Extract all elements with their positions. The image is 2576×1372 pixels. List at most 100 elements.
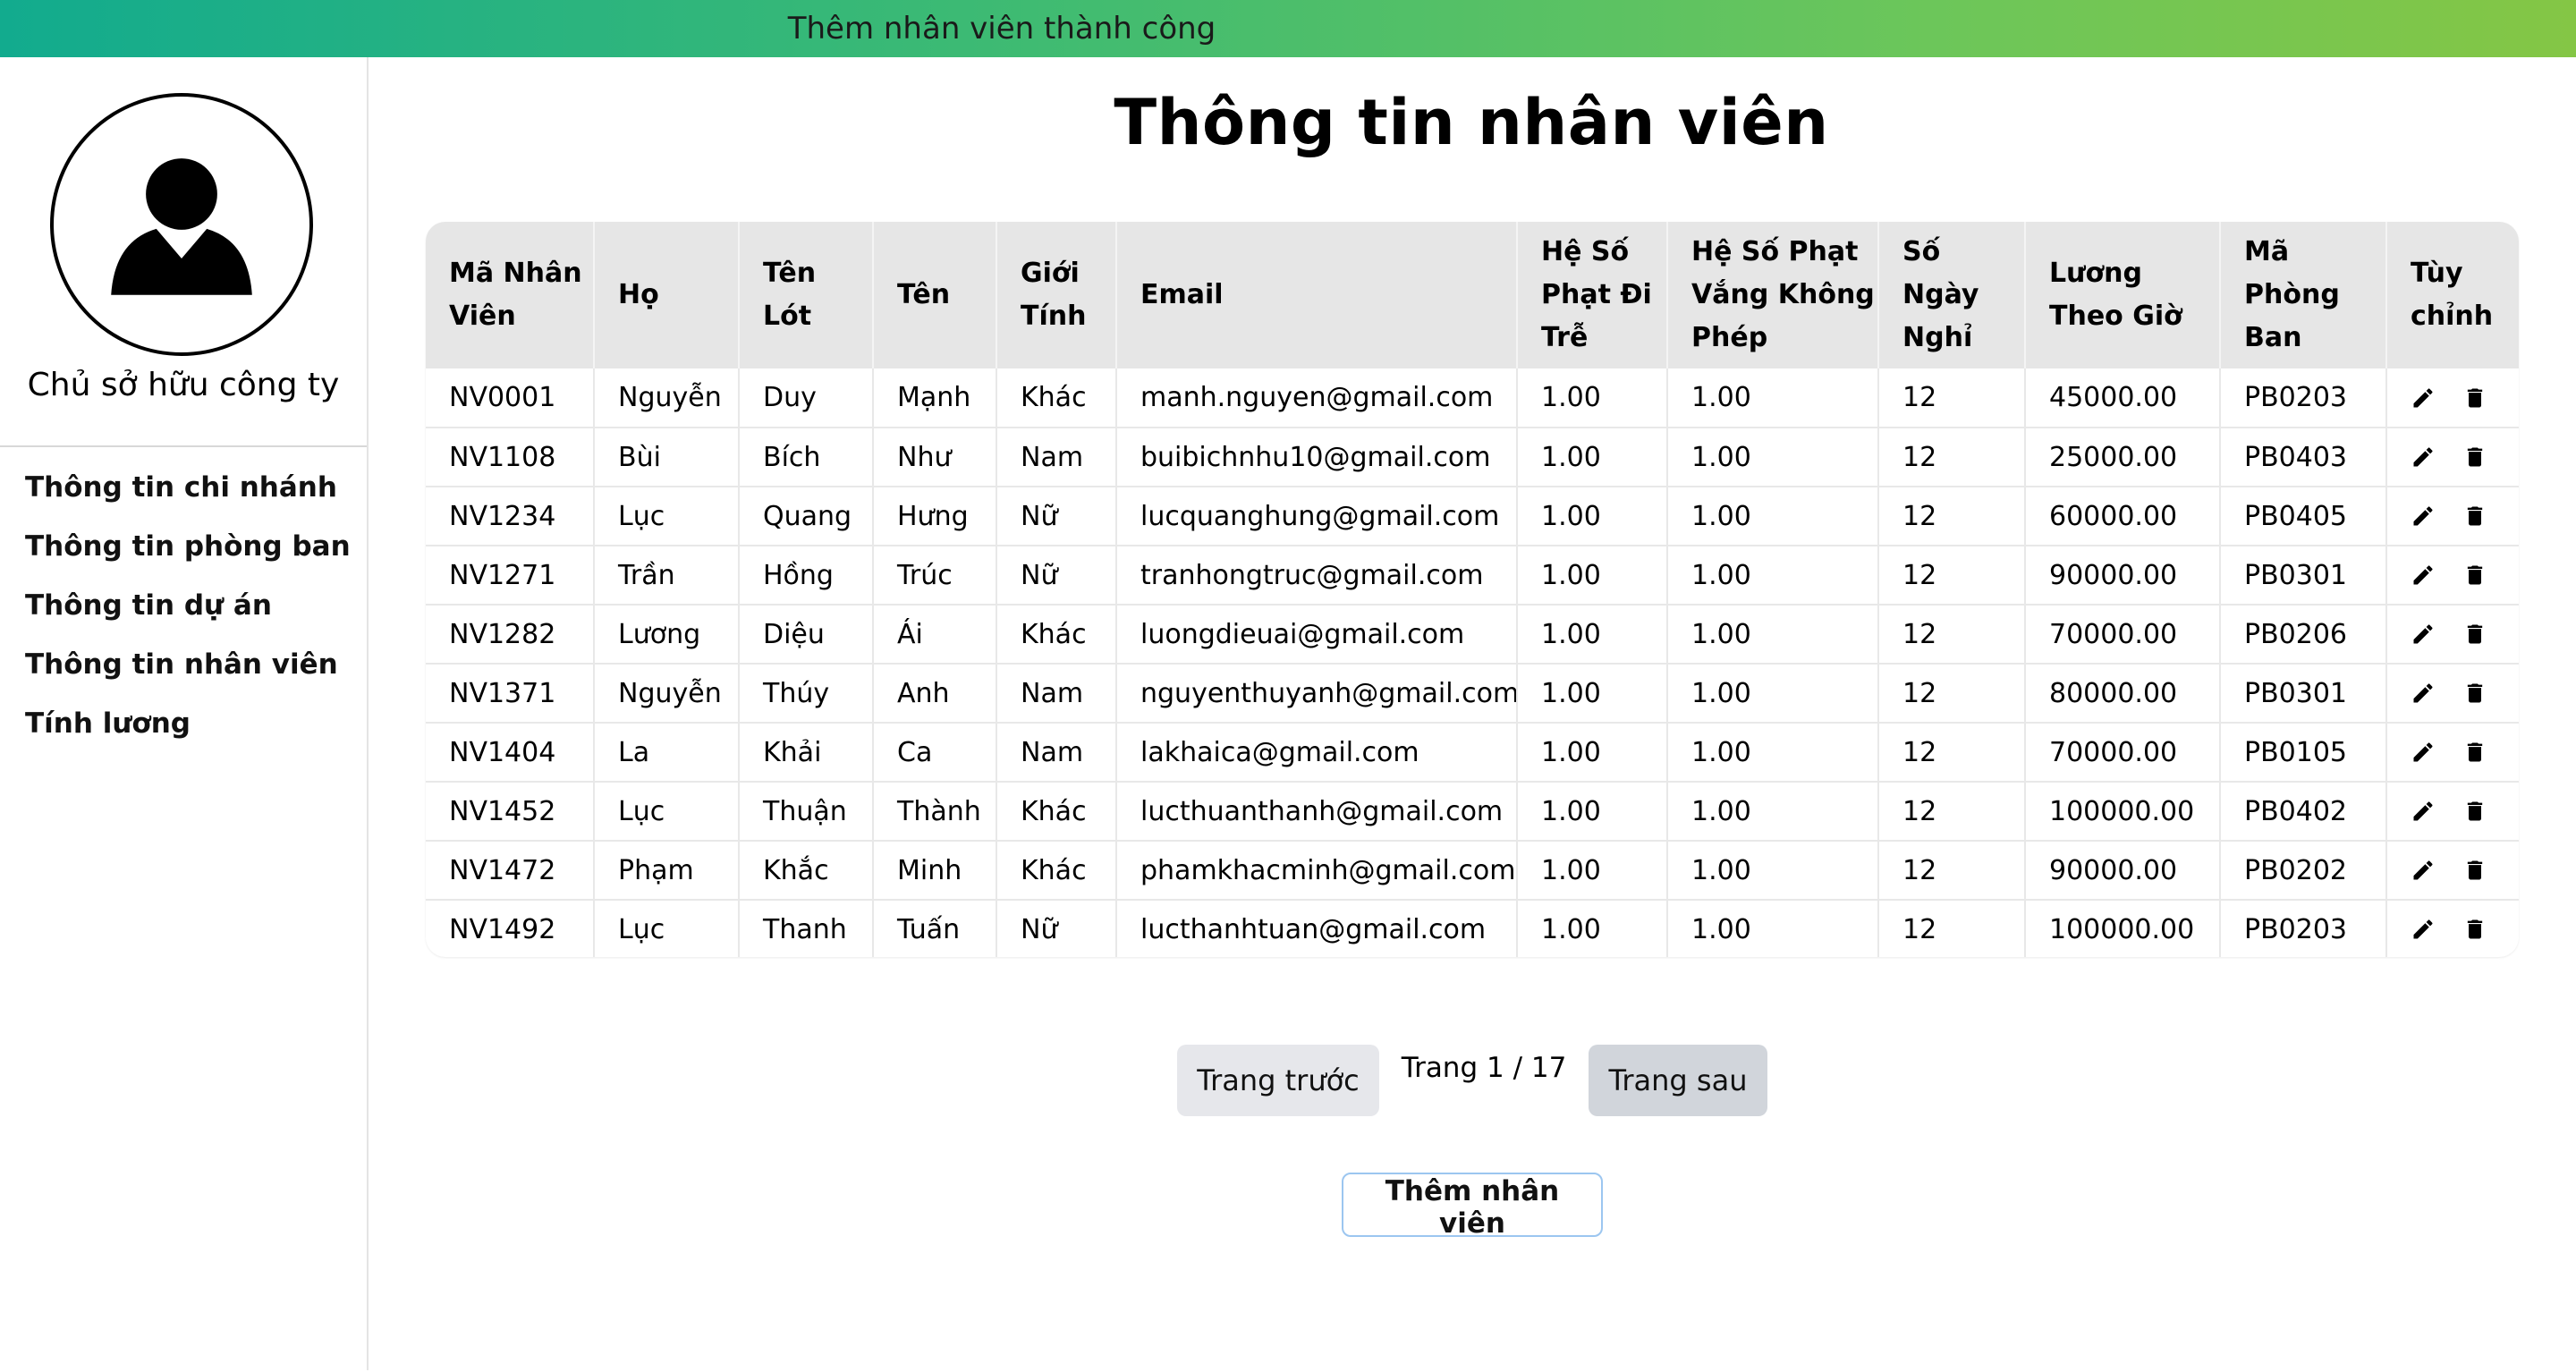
col-absence-penalty-cell: 1.00 — [1667, 487, 1879, 546]
col-first-name-cell: Mạnh — [873, 368, 997, 428]
page-indicator: Trang 1 / 17 — [1401, 1052, 1567, 1084]
table-row: NV1234 Lục Quang Hưng Nữ lucquanghung@gmail.c… — [426, 487, 2519, 546]
col-last-name-cell: Phạm — [594, 841, 740, 901]
delete-icon[interactable] — [2462, 385, 2487, 411]
employee-table-container: Mã Nhân Viên Họ Tên Lót Tên Giới Tính Email Hệ… — [426, 222, 2519, 957]
col-department-id-header: Mã Phòng Ban — [2220, 222, 2387, 368]
col-late-penalty-cell: 1.00 — [1517, 723, 1668, 783]
delete-icon[interactable] — [2462, 858, 2487, 883]
col-department-id-cell: PB0301 — [2220, 546, 2387, 606]
edit-icon[interactable] — [2411, 740, 2436, 765]
col-first-name-cell: Anh — [873, 664, 997, 724]
col-employee-id-cell: NV1492 — [426, 900, 595, 957]
col-last-name-cell: Nguyễn — [594, 664, 740, 724]
delete-icon[interactable] — [2462, 917, 2487, 942]
col-first-name-cell: Như — [873, 428, 997, 487]
col-department-id-cell: PB0203 — [2220, 368, 2387, 428]
sidebar-item-salary[interactable]: Tính lương — [25, 694, 351, 753]
table-row: NV0001 Nguyễn Duy Mạnh Khác manh.nguyen@gmail… — [426, 368, 2519, 428]
col-middle-name-cell: Duy — [739, 368, 874, 428]
col-email-cell: lucthuanthanh@gmail.com — [1116, 782, 1518, 842]
row-actions-cell — [2386, 605, 2519, 665]
col-last-name-cell: Trần — [594, 546, 740, 606]
table-row: NV1371 Nguyễn Thúy Anh Nam nguyenthuyanh@gmai… — [426, 664, 2519, 724]
col-email-cell: luongdieuai@gmail.com — [1116, 605, 1518, 665]
employee-table: Mã Nhân Viên Họ Tên Lót Tên Giới Tính Email Hệ… — [426, 222, 2519, 957]
col-leave-days-header: Số Ngày Nghỉ — [1878, 222, 2026, 368]
next-page-button[interactable]: Trang sau — [1589, 1045, 1767, 1116]
col-last-name-cell: Lục — [594, 900, 740, 957]
col-last-name-cell: La — [594, 723, 740, 783]
edit-icon[interactable] — [2411, 858, 2436, 883]
sidebar-item-employee[interactable]: Thông tin nhân viên — [25, 635, 351, 694]
delete-icon[interactable] — [2462, 740, 2487, 765]
col-email-header: Email — [1116, 222, 1518, 368]
col-first-name-cell: Trúc — [873, 546, 997, 606]
sidebar-divider — [0, 445, 367, 447]
table-row: NV1404 La Khải Ca Nam lakhaica@gmail.com 1.00 1… — [426, 723, 2519, 783]
col-middle-name-cell: Thuận — [739, 782, 874, 842]
prev-page-button[interactable]: Trang trước — [1177, 1045, 1379, 1116]
edit-icon[interactable] — [2411, 917, 2436, 942]
table-row: NV1492 Lục Thanh Tuấn Nữ lucthanhtuan@gmail.c… — [426, 900, 2519, 957]
col-leave-days-cell: 12 — [1878, 487, 2026, 546]
col-department-id-cell: PB0405 — [2220, 487, 2387, 546]
col-hourly-wage-cell: 100000.00 — [2025, 900, 2221, 957]
sidebar-item-department[interactable]: Thông tin phòng ban — [25, 517, 351, 576]
col-last-name-cell: Lương — [594, 605, 740, 665]
delete-icon[interactable] — [2462, 622, 2487, 647]
col-hourly-wage-cell: 60000.00 — [2025, 487, 2221, 546]
col-middle-name-cell: Diệu — [739, 605, 874, 665]
col-email-cell: lucquanghung@gmail.com — [1116, 487, 1518, 546]
edit-icon[interactable] — [2411, 563, 2436, 588]
sidebar-item-project[interactable]: Thông tin dự án — [25, 576, 351, 635]
col-absence-penalty-cell: 1.00 — [1667, 841, 1879, 901]
col-employee-id-cell: NV0001 — [426, 368, 595, 428]
edit-icon[interactable] — [2411, 622, 2436, 647]
edit-icon[interactable] — [2411, 681, 2436, 706]
col-first-name-cell: Hưng — [873, 487, 997, 546]
row-actions-cell — [2386, 428, 2519, 487]
col-hourly-wage-header: Lương Theo Giờ — [2025, 222, 2221, 368]
col-last-name-cell: Lục — [594, 782, 740, 842]
col-last-name-cell: Nguyễn — [594, 368, 740, 428]
edit-icon[interactable] — [2411, 385, 2436, 411]
col-late-penalty-cell: 1.00 — [1517, 368, 1668, 428]
table-header-row: Mã Nhân Viên Họ Tên Lót Tên Giới Tính Email Hệ… — [426, 222, 2519, 368]
col-late-penalty-cell: 1.00 — [1517, 841, 1668, 901]
sidebar-item-branch[interactable]: Thông tin chi nhánh — [25, 458, 351, 517]
col-leave-days-cell: 12 — [1878, 368, 2026, 428]
col-leave-days-cell: 12 — [1878, 546, 2026, 606]
delete-icon[interactable] — [2462, 681, 2487, 706]
col-last-name-cell: Bùi — [594, 428, 740, 487]
delete-icon[interactable] — [2462, 799, 2487, 824]
col-absence-penalty-cell: 1.00 — [1667, 368, 1879, 428]
table-row: NV1108 Bùi Bích Như Nam buibichnhu10@gmail.co… — [426, 428, 2519, 487]
edit-icon[interactable] — [2411, 445, 2436, 470]
owner-label: Chủ sở hữu công ty — [27, 367, 340, 403]
table-row: NV1271 Trần Hồng Trúc Nữ tranhongtruc@gmail.c… — [426, 546, 2519, 606]
edit-icon[interactable] — [2411, 799, 2436, 824]
col-leave-days-cell: 12 — [1878, 664, 2026, 724]
edit-icon[interactable] — [2411, 504, 2436, 529]
col-employee-id-cell: NV1271 — [426, 546, 595, 606]
col-gender-cell: Khác — [996, 782, 1117, 842]
row-actions-cell — [2386, 900, 2519, 957]
row-actions-cell — [2386, 782, 2519, 842]
col-email-cell: manh.nguyen@gmail.com — [1116, 368, 1518, 428]
col-late-penalty-cell: 1.00 — [1517, 900, 1668, 957]
add-employee-button[interactable]: Thêm nhân viên — [1342, 1173, 1603, 1240]
col-absence-penalty-cell: 1.00 — [1667, 900, 1879, 957]
delete-icon[interactable] — [2462, 504, 2487, 529]
col-middle-name-cell: Thanh — [739, 900, 874, 957]
row-actions-cell — [2386, 487, 2519, 546]
delete-icon[interactable] — [2462, 445, 2487, 470]
sidebar-nav: Thông tin chi nhánh Thông tin phòng ban … — [25, 458, 351, 753]
row-actions-cell — [2386, 723, 2519, 783]
col-absence-penalty-cell: 1.00 — [1667, 782, 1879, 842]
col-first-name-cell: Thành — [873, 782, 997, 842]
delete-icon[interactable] — [2462, 563, 2487, 588]
col-email-cell: nguyenthuyanh@gmail.com — [1116, 664, 1518, 724]
col-absence-penalty-cell: 1.00 — [1667, 428, 1879, 487]
col-gender-cell: Nam — [996, 723, 1117, 783]
